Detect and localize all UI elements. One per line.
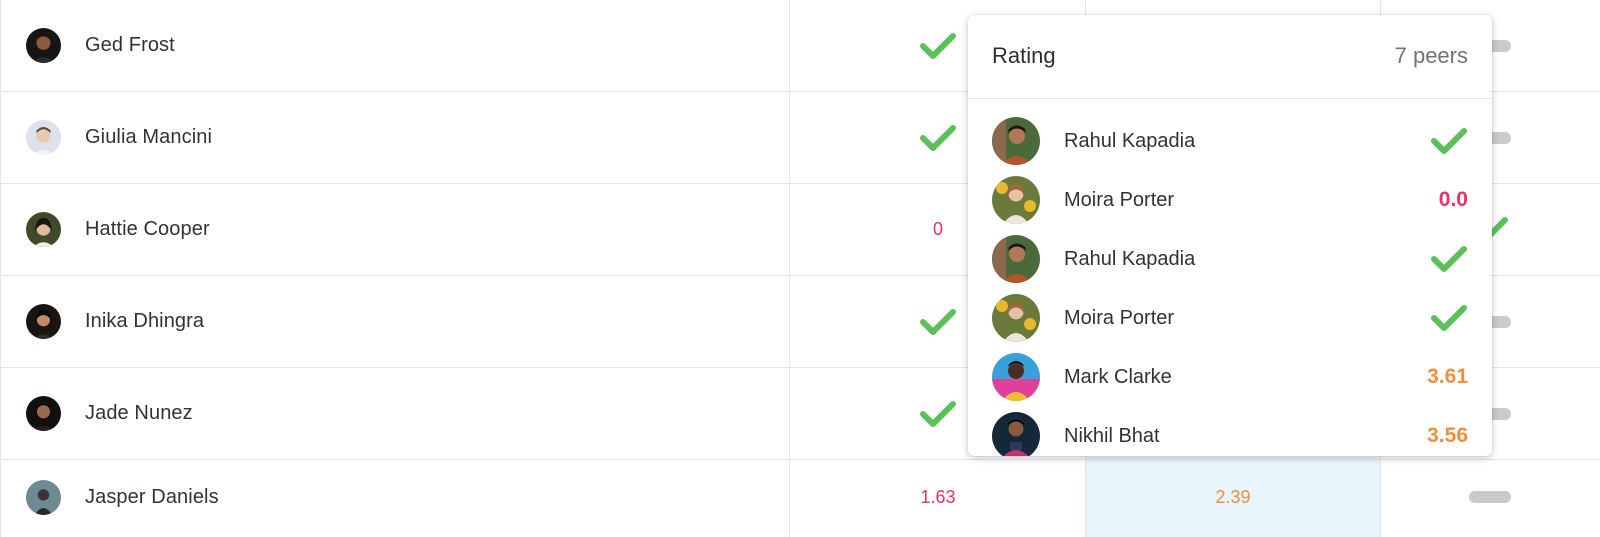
person-cell: Inika Dhingra <box>26 276 204 367</box>
check-icon <box>1430 303 1468 333</box>
peer-name: Moira Porter <box>1064 189 1175 211</box>
list-item[interactable]: Mark Clarke 3.61 <box>968 347 1492 407</box>
person-name: Jasper Daniels <box>85 485 219 508</box>
avatar <box>992 294 1040 342</box>
person-name: Jade Nunez <box>85 402 193 424</box>
person-name: Ged Frost <box>85 34 175 56</box>
person-name: Inika Dhingra <box>85 310 205 332</box>
peer-list[interactable]: Rahul Kapadia Moira Porter 0.0 Rahul Kap… <box>968 99 1492 456</box>
peer-rating <box>1430 125 1468 157</box>
person-cell: Jasper Daniels <box>26 457 219 537</box>
peer-name: Nikhil Bhat <box>1064 425 1160 447</box>
rating-cell[interactable] <box>1380 457 1600 537</box>
list-item[interactable]: Rahul Kapadia <box>968 111 1492 171</box>
person-cell: Hattie Cooper <box>26 184 210 275</box>
rating-value: 1.63 <box>920 486 956 507</box>
column-divider <box>789 0 790 537</box>
popover-title: Rating <box>992 43 1056 68</box>
avatar <box>26 28 61 63</box>
peer-rating-value: 3.61 <box>1427 365 1468 388</box>
person-name: Hattie Cooper <box>85 218 210 240</box>
person-name: Giulia Mancini <box>85 126 213 148</box>
rating-cell[interactable]: 1.63 <box>790 457 1086 537</box>
avatar <box>26 120 61 155</box>
avatar <box>26 479 61 515</box>
peer-name: Rahul Kapadia <box>1064 130 1196 152</box>
list-item[interactable]: Rahul Kapadia <box>968 229 1492 289</box>
peer-rating-value: 0.0 <box>1438 188 1468 211</box>
check-icon <box>919 399 957 429</box>
peer-rating <box>1430 243 1468 275</box>
person-cell: Ged Frost <box>26 0 175 91</box>
rating-peers-popover[interactable]: Rating 7 peers Rahul Kapadia Moira Porte… <box>968 15 1492 456</box>
avatar <box>992 176 1040 224</box>
peer-rating-value: 3.56 <box>1427 424 1468 447</box>
empty-dash-icon <box>1469 491 1511 503</box>
peer-rating: 3.56 <box>1427 420 1468 452</box>
table-row[interactable]: Jasper Daniels 1.63 2.39 <box>0 457 1600 537</box>
peer-count: 7 peers <box>1394 43 1468 68</box>
list-item[interactable]: Moira Porter <box>968 288 1492 348</box>
check-icon <box>919 31 957 61</box>
avatar <box>992 353 1040 401</box>
rating-cell-selected[interactable]: 2.39 <box>1086 457 1380 537</box>
avatar <box>26 304 61 339</box>
peer-rating: 0.0 <box>1439 184 1468 216</box>
check-icon <box>919 123 957 153</box>
check-icon <box>919 307 957 337</box>
rating-value: 2.39 <box>1215 486 1251 507</box>
list-item[interactable]: Nikhil Bhat 3.56 <box>968 406 1492 456</box>
popover-header: Rating 7 peers <box>968 15 1492 99</box>
peer-rating <box>1430 302 1468 334</box>
person-cell: Jade Nunez <box>26 368 193 459</box>
avatar <box>992 412 1040 456</box>
rating-value: 0 <box>932 219 943 239</box>
avatar <box>992 117 1040 165</box>
peer-name: Moira Porter <box>1064 307 1175 329</box>
avatar <box>26 212 61 247</box>
avatar <box>992 235 1040 283</box>
avatar <box>26 396 61 431</box>
person-cell: Giulia Mancini <box>26 92 212 183</box>
peer-name: Rahul Kapadia <box>1064 248 1196 270</box>
peer-rating: 3.61 <box>1427 361 1468 393</box>
peer-name: Mark Clarke <box>1064 366 1172 388</box>
list-item[interactable]: Moira Porter 0.0 <box>968 170 1492 230</box>
check-icon <box>1430 126 1468 156</box>
check-icon <box>1430 244 1468 274</box>
